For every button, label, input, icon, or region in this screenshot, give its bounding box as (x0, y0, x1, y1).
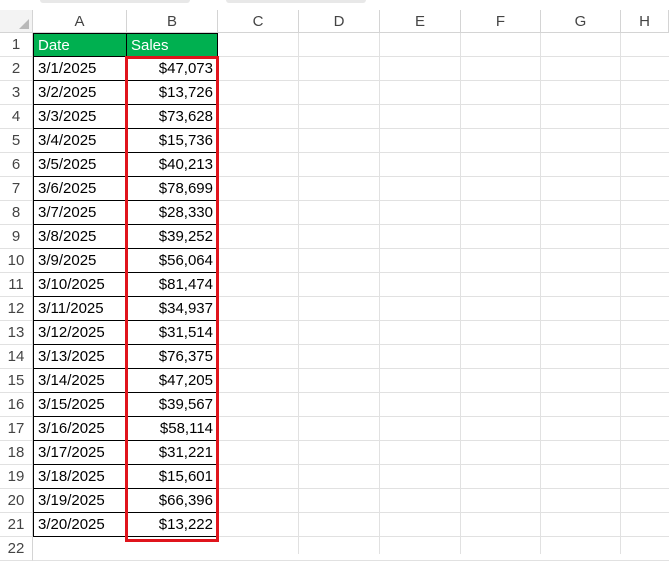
cell-b1-sales-header[interactable]: Sales (127, 33, 218, 57)
row-header-8[interactable]: 8 (0, 201, 33, 225)
row-header-16[interactable]: 16 (0, 393, 33, 417)
cell-sales[interactable]: $15,736 (127, 129, 218, 153)
cell-sales[interactable]: $31,221 (127, 441, 218, 465)
row-header-22[interactable]: 22 (0, 537, 33, 561)
cell-date[interactable]: 3/15/2025 (33, 393, 127, 417)
row-header-12[interactable]: 12 (0, 297, 33, 321)
column-header-a[interactable]: A (33, 10, 127, 33)
cell-date[interactable]: 3/17/2025 (33, 441, 127, 465)
row-header-15[interactable]: 15 (0, 369, 33, 393)
cell-date[interactable]: 3/20/2025 (33, 513, 127, 537)
cell-sales[interactable]: $47,073 (127, 57, 218, 81)
row-header-2[interactable]: 2 (0, 57, 33, 81)
column-header-f[interactable]: F (461, 10, 541, 33)
gridline (298, 33, 299, 554)
top-strip (0, 0, 669, 10)
gridline (379, 33, 380, 554)
cell-sales[interactable]: $13,726 (127, 81, 218, 105)
column-header-h[interactable]: H (621, 10, 669, 33)
row-header-1[interactable]: 1 (0, 33, 33, 57)
cell-sales[interactable]: $28,330 (127, 201, 218, 225)
cell-date[interactable]: 3/10/2025 (33, 273, 127, 297)
select-all-triangle-icon (19, 19, 29, 29)
row-header-3[interactable]: 3 (0, 81, 33, 105)
cell-date[interactable]: 3/16/2025 (33, 417, 127, 441)
cell-sales[interactable]: $13,222 (127, 513, 218, 537)
cell-date[interactable]: 3/9/2025 (33, 249, 127, 273)
column-header-g[interactable]: G (541, 10, 621, 33)
row-header-4[interactable]: 4 (0, 105, 33, 129)
row-header-19[interactable]: 19 (0, 465, 33, 489)
row-header-11[interactable]: 11 (0, 273, 33, 297)
cell-sales[interactable]: $39,252 (127, 225, 218, 249)
cell-date[interactable]: 3/13/2025 (33, 345, 127, 369)
cell-sales[interactable]: $76,375 (127, 345, 218, 369)
cell-date[interactable]: 3/14/2025 (33, 369, 127, 393)
toolbar-edge (40, 0, 190, 3)
cell-sales[interactable]: $39,567 (127, 393, 218, 417)
cell-date[interactable]: 3/2/2025 (33, 81, 127, 105)
cell-date[interactable]: 3/8/2025 (33, 225, 127, 249)
cell-sales[interactable]: $15,601 (127, 465, 218, 489)
row-header-20[interactable]: 20 (0, 489, 33, 513)
cell-date[interactable]: 3/19/2025 (33, 489, 127, 513)
row-header-10[interactable]: 10 (0, 249, 33, 273)
cell-date[interactable]: 3/6/2025 (33, 177, 127, 201)
gridline (540, 33, 541, 554)
row-header-13[interactable]: 13 (0, 321, 33, 345)
cell-sales[interactable]: $73,628 (127, 105, 218, 129)
cell-a1-date-header[interactable]: Date (33, 33, 127, 57)
cell-sales[interactable]: $47,205 (127, 369, 218, 393)
gridline (460, 33, 461, 554)
cell-sales[interactable]: $40,213 (127, 153, 218, 177)
row-header-17[interactable]: 17 (0, 417, 33, 441)
cell-sales[interactable]: $31,514 (127, 321, 218, 345)
column-header-c[interactable]: C (218, 10, 299, 33)
cell-date[interactable]: 3/7/2025 (33, 201, 127, 225)
row-header-7[interactable]: 7 (0, 177, 33, 201)
cell-date[interactable]: 3/12/2025 (33, 321, 127, 345)
row-header-5[interactable]: 5 (0, 129, 33, 153)
cell-sales[interactable]: $78,699 (127, 177, 218, 201)
select-all-corner[interactable] (0, 10, 33, 33)
cell-date[interactable]: 3/4/2025 (33, 129, 127, 153)
cell-sales[interactable]: $66,396 (127, 489, 218, 513)
cell-sales[interactable]: $58,114 (127, 417, 218, 441)
cell-sales[interactable]: $56,064 (127, 249, 218, 273)
gridline (620, 33, 621, 554)
row-header-18[interactable]: 18 (0, 441, 33, 465)
row-header-6[interactable]: 6 (0, 153, 33, 177)
toolbar-edge (226, 0, 366, 3)
column-header-d[interactable]: D (299, 10, 380, 33)
cell-date[interactable]: 3/5/2025 (33, 153, 127, 177)
cell-date[interactable]: 3/11/2025 (33, 297, 127, 321)
cell-date[interactable]: 3/3/2025 (33, 105, 127, 129)
row-header-9[interactable]: 9 (0, 225, 33, 249)
cell-sales[interactable]: $34,937 (127, 297, 218, 321)
row-header-21[interactable]: 21 (0, 513, 33, 537)
cell-date[interactable]: 3/1/2025 (33, 57, 127, 81)
column-header-e[interactable]: E (380, 10, 461, 33)
column-header-b[interactable]: B (127, 10, 218, 33)
cell-date[interactable]: 3/18/2025 (33, 465, 127, 489)
cell-sales[interactable]: $81,474 (127, 273, 218, 297)
row-header-14[interactable]: 14 (0, 345, 33, 369)
